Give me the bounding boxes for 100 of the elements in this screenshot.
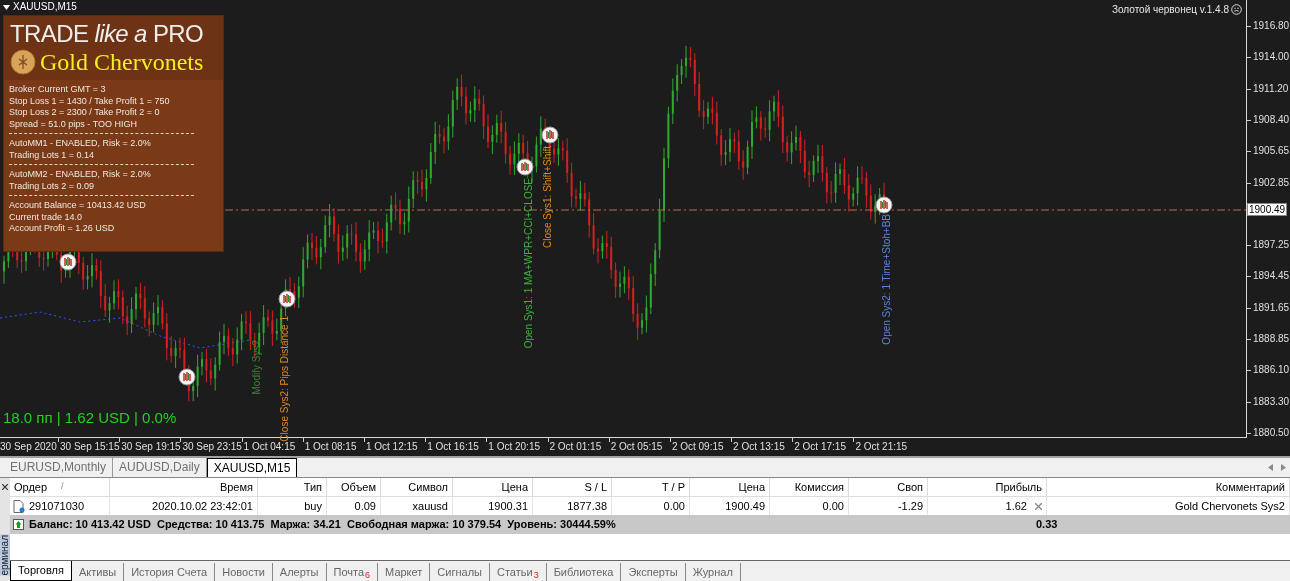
column-header[interactable]: Время — [219, 478, 253, 496]
price-tick-label: 1897.25 — [1253, 238, 1290, 253]
trade-annotation: Open Sys2: 1 Time+Stoh+BB — [881, 214, 892, 345]
symbol-label: XAUUSD,M15 — [13, 2, 77, 12]
smiley-icon — [1231, 4, 1242, 15]
terminal-tab[interactable]: Сигналы — [430, 563, 490, 581]
info-line: AutoMM1 - ENABLED, Risk = 2.0% — [9, 138, 152, 150]
table-cell-text: 1900.31 — [488, 498, 528, 514]
coin-icon — [10, 49, 36, 75]
column-header[interactable]: Прибыль — [995, 478, 1042, 496]
indicator-title: Золотой червонец v.1.4.8 — [1111, 4, 1229, 15]
price-tick-label: 1908.40 — [1253, 112, 1290, 127]
table-cell-text: 0.00 — [822, 498, 844, 514]
column-header[interactable]: S / L — [584, 478, 607, 496]
table-cell-text: Gold Chervonets Sys2 — [1174, 498, 1285, 514]
trade-marker-icon — [516, 158, 534, 176]
time-tick-label: 1 Oct 12:15 — [365, 440, 418, 454]
column-header[interactable]: Тип — [303, 478, 322, 496]
price-tick-label: 1916.80 — [1253, 19, 1290, 33]
terminal-tab[interactable]: Библиотека — [546, 563, 622, 581]
chart-tab[interactable]: AUDUSD,Daily — [113, 458, 207, 477]
terminal-tab[interactable]: Журнал — [685, 563, 741, 581]
price-tick-label: 1894.45 — [1253, 269, 1290, 284]
price-tick-label: 1911.20 — [1253, 81, 1289, 96]
trade-marker-icon — [278, 290, 296, 308]
scroll-right-icon[interactable] — [1281, 464, 1286, 471]
price-tick-label: 1888.85 — [1253, 332, 1290, 346]
chart-tab[interactable]: XAUUSD,M15 — [206, 458, 298, 477]
terminal-tab[interactable]: История Счета — [124, 563, 216, 581]
table-cell-text: 1877.38 — [567, 498, 607, 514]
table-cell-text: 0.09 — [354, 498, 376, 514]
dropdown-triangle-icon — [3, 4, 10, 10]
table-cell-text: 1900.49 — [725, 498, 765, 514]
price-tick-label: 1914.00 — [1253, 50, 1290, 65]
price-tick-label: 1902.85 — [1253, 175, 1290, 190]
status-readout: 18.0 пп | 1.62 USD | 0.0% — [3, 409, 177, 427]
terminal-tab[interactable]: Статьи$_{3}$ — [489, 563, 547, 581]
info-line: Broker Current GMT = 3 — [9, 84, 107, 96]
trade-annotation: Close Sys2: Pips Distance 1 — [279, 316, 290, 442]
terminal-tab[interactable]: Почта$_{6}$ — [326, 563, 379, 581]
scroll-left-icon[interactable] — [1268, 464, 1273, 471]
table-cell-text: 1.62 — [1005, 498, 1027, 514]
balance-arrow-icon — [13, 519, 24, 530]
time-tick-label: 2 Oct 21:15 — [855, 440, 908, 454]
column-header[interactable]: Комиссия — [794, 478, 844, 496]
info-line: Current trade 14.0 — [9, 211, 84, 223]
time-tick-label: 30 Sep 2020 — [0, 440, 57, 454]
terminal-tab[interactable]: Маркет — [378, 563, 431, 581]
terminal-tab[interactable]: Новости — [215, 563, 273, 581]
time-tick-label: 2 Oct 09:15 — [671, 440, 724, 454]
info-line: Spread = 51.0 pips - TOO HIGH — [9, 118, 138, 130]
price-tick-label: 1905.65 — [1253, 144, 1290, 159]
price-tick-label: 1891.65 — [1253, 300, 1290, 315]
time-tick-label: 2 Oct 05:15 — [610, 440, 663, 454]
info-line: Account Balance = 10413.42 USD — [9, 200, 147, 212]
time-tick-label: 1 Oct 08:15 — [304, 440, 357, 454]
sort-indicator: / — [61, 480, 64, 494]
column-header[interactable]: Ордер — [14, 478, 48, 496]
trade-annotation: Modify Sys2 — [251, 340, 262, 395]
trade-marker-icon — [875, 196, 893, 214]
table-cell-text: xauusd — [412, 498, 448, 514]
info-line: Account Profit = 1.26 USD — [9, 223, 116, 235]
time-tick-label: 2 Oct 13:15 — [733, 440, 785, 454]
time-tick-label: 2 Oct 17:15 — [794, 440, 846, 454]
trade-marker-icon — [541, 126, 559, 144]
table-cell-text: buy — [304, 498, 322, 514]
trade-marker-icon — [178, 368, 196, 386]
price-tick-label: 1883.30 — [1253, 394, 1290, 409]
table-cell-text: 0.00 — [663, 498, 685, 514]
close-position-icon[interactable] — [1035, 502, 1042, 510]
column-header[interactable]: Своп — [897, 478, 923, 496]
info-line: Stop Loss 2 = 2300 / Take Profit 2 = 0 — [9, 107, 161, 119]
table-cell-text: 291071030 — [29, 498, 85, 514]
close-icon[interactable] — [2, 484, 8, 490]
time-tick-label: 1 Oct 16:15 — [427, 440, 479, 454]
trade-annotation: Open Sys1: 1 MA+WPR+CCI+CLOSE — [523, 178, 534, 349]
current-price-label: 1900.49 — [1247, 203, 1287, 216]
info-line: AutoMM2 - ENABLED, Risk = 2.0% — [9, 169, 152, 181]
account-summary: Баланс: 10 413.42 USD Средства: 10 413.75 Маржа: 34.21 Свободная маржа: 10 379.54 Уровень: 30444.59% — [29, 517, 617, 533]
terminal-tab[interactable]: Алерты — [272, 563, 327, 581]
terminal-tab[interactable]: Эксперты — [621, 563, 686, 581]
total-profit: 0.33 — [1036, 517, 1058, 533]
table-cell-text: 2020.10.02 23:42:01 — [152, 498, 253, 514]
trade-marker-icon — [59, 253, 77, 271]
column-header[interactable]: Цена — [501, 478, 528, 496]
column-header[interactable]: Символ — [408, 478, 448, 496]
trade-annotation: Close Sys1: Shift+Shift — [542, 146, 553, 248]
price-tick-label: 1886.10 — [1253, 363, 1290, 378]
time-tick-label: 30 Sep 19:15 — [121, 440, 181, 454]
column-header[interactable]: Цена — [738, 478, 765, 496]
column-header[interactable]: Объем — [340, 478, 376, 496]
column-header[interactable]: T / P — [661, 478, 685, 496]
time-tick-label: 30 Sep 15:15 — [60, 440, 120, 454]
info-line: Stop Loss 1 = 1430 / Take Profit 1 = 750 — [9, 95, 171, 107]
chart-tab[interactable]: EURUSD,Monthly — [4, 458, 114, 477]
time-tick-label: 30 Sep 23:15 — [182, 440, 242, 454]
terminal-tab[interactable]: Торговля — [10, 561, 72, 581]
terminal-tab[interactable]: Активы — [71, 563, 125, 581]
column-header[interactable]: Комментарий — [1215, 478, 1285, 496]
time-tick-label: 1 Oct 20:15 — [488, 440, 540, 454]
